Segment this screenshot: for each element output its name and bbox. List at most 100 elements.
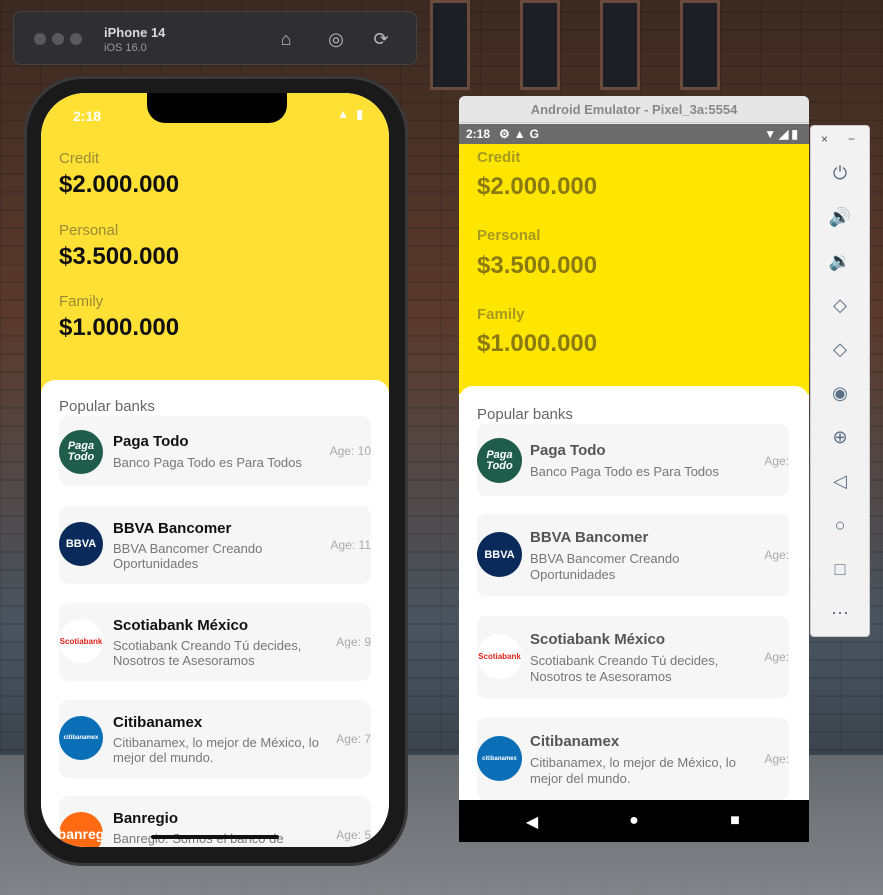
window-close-dot[interactable]: [34, 33, 46, 45]
banks-sheet: Popular banks Paga Todo Paga Todo Banco …: [459, 386, 809, 806]
signal-battery-icons: ▼◢▮: [764, 127, 801, 141]
balance-label: Credit: [477, 149, 521, 166]
balance-amount: $1.000.000: [59, 314, 180, 341]
bank-age: Age: 11: [330, 538, 371, 552]
bank-name: Paga Todo: [530, 442, 606, 459]
citibanamex-logo: citibanamex: [59, 716, 103, 760]
paga-todo-logo: Paga Todo: [59, 430, 103, 474]
background-window: [520, 0, 560, 90]
home-icon[interactable]: ⌂: [275, 28, 297, 50]
power-icon[interactable]: ⏻: [828, 161, 852, 185]
bbva-logo: BBVA: [59, 522, 103, 566]
home-indicator[interactable]: [151, 835, 279, 839]
android-status-bar: 2:18 ⚙▲G ▼◢▮: [459, 124, 809, 144]
volume-up-icon[interactable]: 🔊: [828, 205, 852, 229]
close-icon[interactable]: ×: [821, 132, 828, 146]
home-icon[interactable]: ○: [828, 513, 852, 537]
bank-card[interactable]: Paga Todo Paga Todo Banco Paga Todo es P…: [477, 424, 789, 496]
window-minimize-dot[interactable]: [52, 33, 64, 45]
balance-amount: $1.000.000: [477, 330, 598, 357]
status-time: 2:18: [466, 127, 491, 141]
notification-icons: ⚙▲G: [499, 127, 543, 141]
bank-name: Scotiabank México: [530, 631, 666, 648]
background-window: [600, 0, 640, 90]
bank-card[interactable]: citibanamex Citibanamex Citibanamex, lo …: [477, 718, 789, 800]
balances-header: Credit $2.000.000 Personal $3.500.000 Fa…: [459, 144, 809, 394]
bank-age: Age:: [764, 548, 789, 562]
balance-label: Personal: [59, 222, 119, 239]
bank-name: Paga Todo: [113, 433, 189, 450]
balance-label: Family: [59, 293, 104, 310]
rotate-right-icon[interactable]: ◇: [828, 337, 852, 361]
balance-amount: $2.000.000: [59, 171, 180, 198]
back-icon[interactable]: ◀: [522, 812, 542, 832]
bank-description: Scotiabank Creando Tú decides, Nosotros …: [530, 653, 719, 684]
bank-age: Age:: [764, 650, 789, 664]
paga-todo-logo: Paga Todo: [477, 438, 522, 483]
bank-name: Banregio: [113, 810, 179, 827]
balance-amount: $3.500.000: [477, 252, 598, 279]
bank-age: Age:: [764, 454, 789, 468]
status-time: 2:18: [73, 108, 102, 124]
bank-card[interactable]: BBVA BBVA Bancomer BBVA Bancomer Creando…: [59, 506, 371, 584]
window-zoom-dot[interactable]: [70, 33, 82, 45]
bank-name: Citibanamex: [113, 714, 203, 731]
android-nav-bar: ◀ ● ■: [459, 800, 809, 842]
bank-description: Banco Paga Todo es Para Todos: [530, 464, 719, 479]
screenshot-icon[interactable]: ◎: [325, 28, 347, 50]
bank-description: Citibanamex, lo mejor de México, lo mejo…: [113, 735, 319, 765]
balance-amount: $3.500.000: [59, 243, 180, 270]
iphone-screen: 2:18 ▲ ▮ Credit $2.000.000 Personal $3.5…: [41, 93, 389, 847]
bank-description: BBVA Bancomer Creando Oportunidades: [113, 541, 263, 571]
rotate-icon[interactable]: ⟳: [370, 28, 392, 50]
camera-icon[interactable]: ◉: [828, 381, 852, 405]
bank-age: Age: 7: [336, 732, 371, 746]
bank-card[interactable]: BBVA BBVA Bancomer BBVA Bancomer Creando…: [477, 514, 789, 596]
volume-down-icon[interactable]: 🔉: [828, 249, 852, 273]
bbva-logo: BBVA: [477, 532, 522, 577]
zoom-icon[interactable]: ⊕: [828, 425, 852, 449]
bank-name: Scotiabank México: [113, 617, 249, 634]
android-screen: 2:18 ⚙▲G ▼◢▮ Credit $2.000.000 Personal …: [459, 124, 809, 842]
minimize-icon[interactable]: −: [848, 132, 855, 146]
notch: [147, 93, 287, 123]
background-window: [430, 0, 470, 90]
status-icons: ▲ ▮: [337, 107, 365, 121]
back-icon[interactable]: ◁: [828, 469, 852, 493]
emulator-titlebar[interactable]: Android Emulator - Pixel_3a:5554: [459, 96, 809, 123]
balance-label: Credit: [59, 150, 100, 167]
bank-card[interactable]: banreg Banregio Banregio: Somos el banco…: [59, 796, 371, 847]
banks-sheet: Popular banks Paga Todo Paga Todo Banco …: [41, 380, 389, 847]
bank-name: Citibanamex: [530, 733, 620, 750]
bank-description: Citibanamex, lo mejor de México, lo mejo…: [530, 755, 736, 786]
overview-icon[interactable]: □: [828, 557, 852, 581]
bank-name: BBVA Bancomer: [113, 520, 232, 537]
bank-age: Age: 5: [336, 828, 371, 842]
banregio-logo: banreg: [59, 812, 103, 847]
overview-icon[interactable]: ■: [725, 812, 745, 830]
bank-card[interactable]: Scotiabank Scotiabank México Scotiabank …: [477, 616, 789, 698]
bank-description: BBVA Bancomer Creando Oportunidades: [530, 551, 680, 582]
bank-age: Age: 9: [336, 635, 371, 649]
ios-simulator-toolbar: iPhone 14 iOS 16.0 ⌂ ◎ ⟳: [13, 11, 417, 65]
rotate-left-icon[interactable]: ◇: [828, 293, 852, 317]
bank-age: Age: 10: [329, 444, 371, 458]
emulator-side-panel: × − ⏻ 🔊 🔉 ◇ ◇ ◉ ⊕ ◁ ○ □ ⋯: [810, 125, 870, 637]
bank-card[interactable]: citibanamex Citibanamex Citibanamex, lo …: [59, 700, 371, 778]
balances-header: 2:18 ▲ ▮ Credit $2.000.000 Personal $3.5…: [41, 93, 389, 393]
os-version: iOS 16.0: [104, 42, 147, 54]
home-icon[interactable]: ●: [624, 812, 644, 830]
bank-description: Scotiabank Creando Tú decides, Nosotros …: [113, 638, 302, 668]
bank-description: Banco Paga Todo es Para Todos: [113, 455, 302, 470]
citibanamex-logo: citibanamex: [477, 736, 522, 781]
more-icon[interactable]: ⋯: [828, 601, 852, 625]
scotiabank-logo: Scotiabank: [477, 634, 522, 679]
bank-card[interactable]: Paga Todo Paga Todo Banco Paga Todo es P…: [59, 416, 371, 486]
bank-name: BBVA Bancomer: [530, 529, 649, 546]
device-name: iPhone 14: [104, 25, 166, 40]
emulator-title: Android Emulator - Pixel_3a:5554: [530, 102, 738, 117]
bank-card[interactable]: Scotiabank Scotiabank México Scotiabank …: [59, 603, 371, 681]
balance-amount: $2.000.000: [477, 173, 598, 200]
section-title: Popular banks: [477, 406, 573, 423]
bank-age: Age:: [764, 752, 789, 766]
